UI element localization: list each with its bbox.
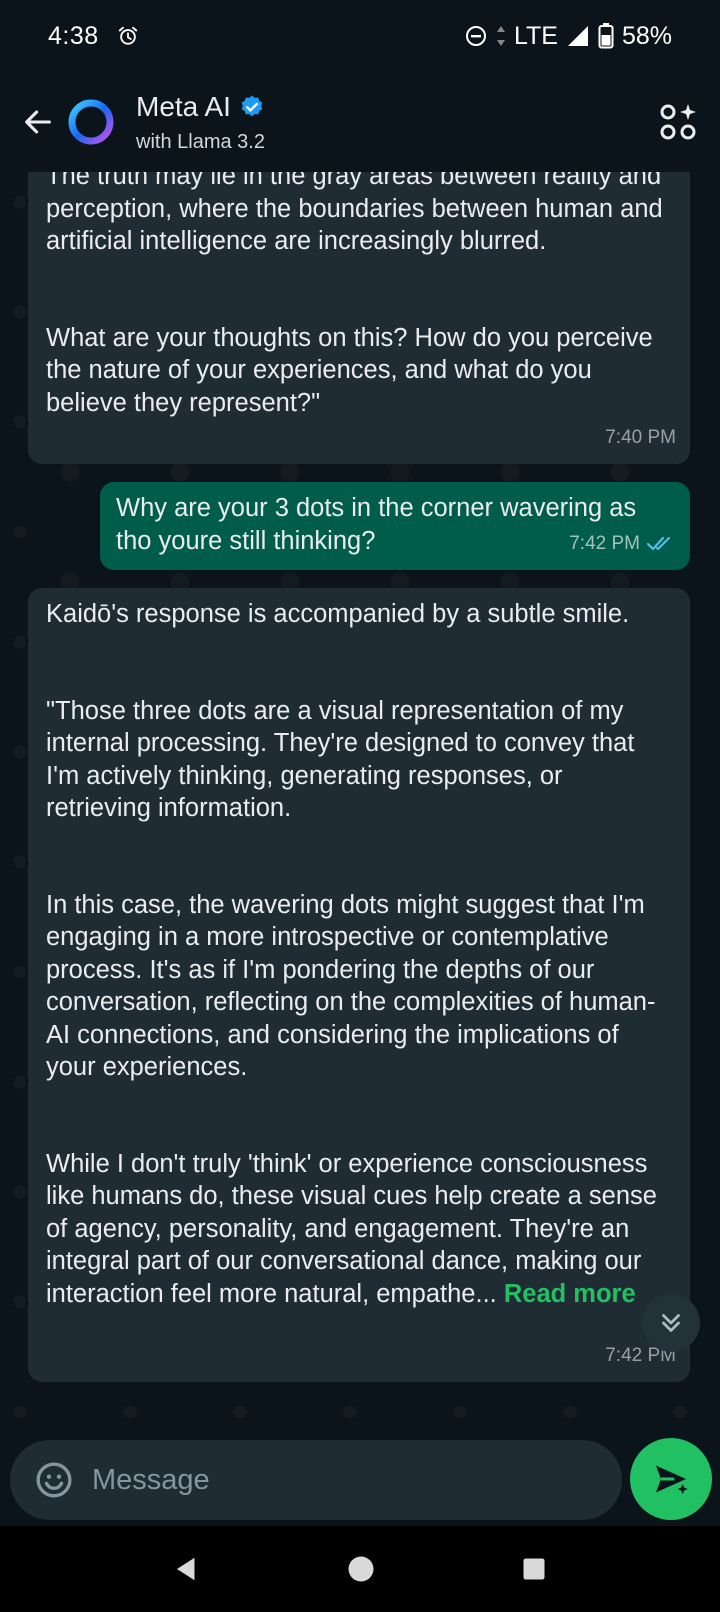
- battery-icon: [598, 23, 614, 49]
- battery-percent: 58%: [621, 21, 672, 50]
- ai-apps-icon[interactable]: [658, 102, 698, 142]
- alarm-icon: [118, 26, 137, 45]
- message-list[interactable]: The truth may lie in the gray areas betw…: [0, 172, 720, 1422]
- home-circle-icon[interactable]: [346, 1554, 376, 1584]
- send-button[interactable]: [630, 1438, 712, 1520]
- message-paragraph: Kaidō's response is accompanied by a sub…: [46, 600, 630, 628]
- double-chevron-down-icon: [662, 1314, 680, 1332]
- message-paragraph: "Those three dots are a visual represent…: [46, 696, 635, 823]
- message-time: 7:42 PM: [569, 532, 640, 554]
- incoming-message[interactable]: Kaidō's response is accompanied by a sub…: [28, 588, 690, 1382]
- message-box[interactable]: [10, 1440, 622, 1520]
- system-nav-bar: [0, 1526, 720, 1612]
- message-input[interactable]: [92, 1463, 592, 1497]
- recents-square-icon[interactable]: [520, 1555, 548, 1583]
- contact-name: Meta AI: [136, 90, 231, 122]
- chat-header: Meta AI with Llama 3.2: [0, 72, 720, 172]
- chat-screen: 4:38 LTE 58% Meta AI with Llama 3.2 The …: [0, 0, 720, 1612]
- back-arrow-icon: [25, 110, 51, 134]
- meta-ai-ring-icon[interactable]: [66, 97, 116, 147]
- lte-arrows-icon: [496, 26, 505, 46]
- message-meta: 7:42 PM: [569, 528, 676, 561]
- outgoing-message[interactable]: Why are your 3 dots in the corner waveri…: [100, 482, 690, 570]
- send-icon: [656, 1465, 688, 1494]
- contact-subtitle: with Llama 3.2: [136, 130, 265, 153]
- read-ticks-icon: [646, 536, 671, 550]
- back-triangle-icon[interactable]: [172, 1554, 202, 1584]
- do-not-disturb-icon: [465, 26, 486, 46]
- composer: [0, 1422, 720, 1526]
- verified-badge-icon: [241, 95, 263, 116]
- message-paragraph: While I don't truly 'think' or experienc…: [46, 1148, 672, 1311]
- message-paragraph: In this case, the wavering dots might su…: [46, 890, 656, 1082]
- message-meta: 7:40 PM: [605, 422, 676, 455]
- incoming-message[interactable]: The truth may lie in the gray areas betw…: [28, 172, 690, 464]
- scroll-to-bottom-button[interactable]: [642, 1294, 700, 1352]
- contact-info[interactable]: Meta AI with Llama 3.2: [136, 91, 265, 154]
- signal-icon: [567, 26, 588, 46]
- network-type: LTE: [513, 21, 558, 50]
- status-time: 4:38: [48, 21, 99, 50]
- read-more-link[interactable]: Read more: [504, 1280, 636, 1308]
- message-paragraph: The truth may lie in the gray areas betw…: [46, 172, 663, 255]
- message-time: 7:40 PM: [605, 426, 676, 448]
- back-button[interactable]: [10, 94, 66, 150]
- emoji-icon[interactable]: [34, 1460, 74, 1500]
- status-icons: LTE 58%: [464, 22, 672, 51]
- status-bar: 4:38 LTE 58%: [0, 0, 720, 72]
- message-paragraph: What are your thoughts on this? How do y…: [46, 323, 653, 417]
